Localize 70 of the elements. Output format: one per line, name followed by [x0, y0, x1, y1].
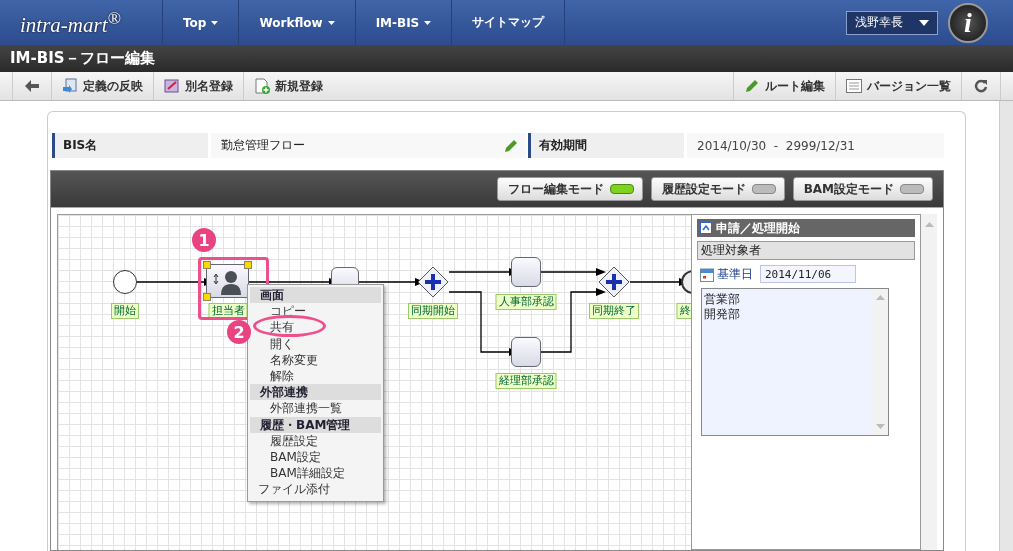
menu-item[interactable]: 開く — [270, 336, 294, 351]
menu-item[interactable]: 外部連携一覧 — [270, 401, 342, 416]
collapse-icon[interactable] — [700, 222, 712, 234]
logo[interactable]: intra-mart$^{®}$ — [0, 7, 150, 38]
selection-handle[interactable] — [203, 261, 211, 269]
refresh-icon — [974, 79, 988, 93]
node-label: 同期終了 — [589, 303, 639, 319]
list-icon — [846, 79, 862, 93]
caret-icon — [919, 19, 929, 26]
menu-item[interactable]: ファイル添付 — [258, 482, 330, 497]
refresh-button[interactable] — [961, 72, 1001, 100]
field-value: 勤怠管理フロー — [211, 133, 526, 158]
toolbar-button[interactable]: バージョン一覧 — [835, 72, 961, 100]
menu-item[interactable]: 履歴設定 — [270, 433, 318, 448]
date-input[interactable]: 2014/11/06 — [760, 265, 856, 283]
toolbar-button[interactable]: 別名登録 — [153, 72, 243, 100]
connector-arrow — [540, 268, 606, 276]
menu-item[interactable]: BAM詳細設定 — [270, 466, 345, 481]
list-item[interactable]: 開発部 — [704, 307, 870, 322]
task-box[interactable] — [511, 337, 541, 367]
field-label: 有効期間 — [528, 133, 684, 158]
caret-icon — [211, 20, 219, 25]
mode-button[interactable]: BAM設定モード — [792, 177, 933, 201]
toolbar-button[interactable]: 新規登録 — [243, 72, 333, 100]
back-arrow-icon — [25, 80, 39, 92]
app-logo[interactable]: i — [948, 2, 988, 43]
edit-form-icon — [164, 78, 180, 94]
step-number: 1 — [192, 228, 216, 252]
menu-item[interactable]: BAM設定 — [270, 450, 321, 465]
toolbar-button[interactable]: 定義の反映 — [51, 72, 153, 100]
step-number: 2 — [227, 320, 251, 344]
menu-item[interactable]: 解除 — [270, 369, 294, 383]
calendar-icon[interactable] — [700, 266, 714, 282]
menu-item[interactable]: 共有 — [270, 320, 294, 335]
mode-button[interactable]: フロー編集モード — [496, 177, 643, 201]
menu-item[interactable]: 名称変更 — [270, 352, 318, 367]
list-item[interactable]: 営業部 — [704, 292, 870, 307]
event-circle[interactable] — [113, 270, 137, 294]
panel-title: 申請／処理開始 — [716, 219, 800, 237]
pencil-icon[interactable] — [503, 137, 519, 154]
node-label: 開始 — [111, 303, 139, 319]
person-icon — [213, 269, 243, 295]
scrollbar[interactable] — [921, 214, 937, 550]
page-title: IM-BIS－フロー編集 — [10, 49, 155, 68]
menu-section-header: 外部連携 — [260, 385, 308, 400]
gateway-diamond[interactable] — [417, 266, 449, 298]
field-label: 基準日 — [717, 265, 753, 283]
selection-handle[interactable] — [244, 261, 252, 269]
section-header: 処理対象者 — [697, 241, 915, 260]
menu-section-header: 画面 — [260, 288, 284, 302]
scrollbar[interactable] — [999, 101, 1013, 551]
field-value: 2014/10/30 - 2999/12/31 — [687, 133, 944, 158]
mode-button[interactable]: 履歴設定モード — [650, 177, 785, 201]
node-label: 同期開始 — [408, 303, 458, 319]
node-label: 人事部承認 — [495, 294, 557, 310]
pencil-icon — [744, 78, 760, 94]
caret-icon — [327, 20, 335, 25]
toolbar-button[interactable]: ルート編集 — [733, 72, 835, 100]
caret-icon — [424, 20, 432, 25]
list-box[interactable]: 営業部 開発部 — [701, 288, 889, 436]
field-label: BIS名 — [52, 133, 208, 158]
task-box[interactable] — [511, 257, 541, 287]
node-label: 経理部承認 — [495, 373, 557, 389]
gateway-diamond[interactable] — [598, 266, 630, 298]
menu-section-header: 履歴・BAM管理 — [260, 417, 351, 432]
new-document-icon — [254, 78, 270, 94]
selection-handle[interactable] — [203, 293, 211, 301]
node-label: 終 — [676, 303, 691, 319]
task-box[interactable] — [206, 264, 249, 298]
user-dropdown[interactable]: 浅野幸長 — [846, 10, 938, 35]
